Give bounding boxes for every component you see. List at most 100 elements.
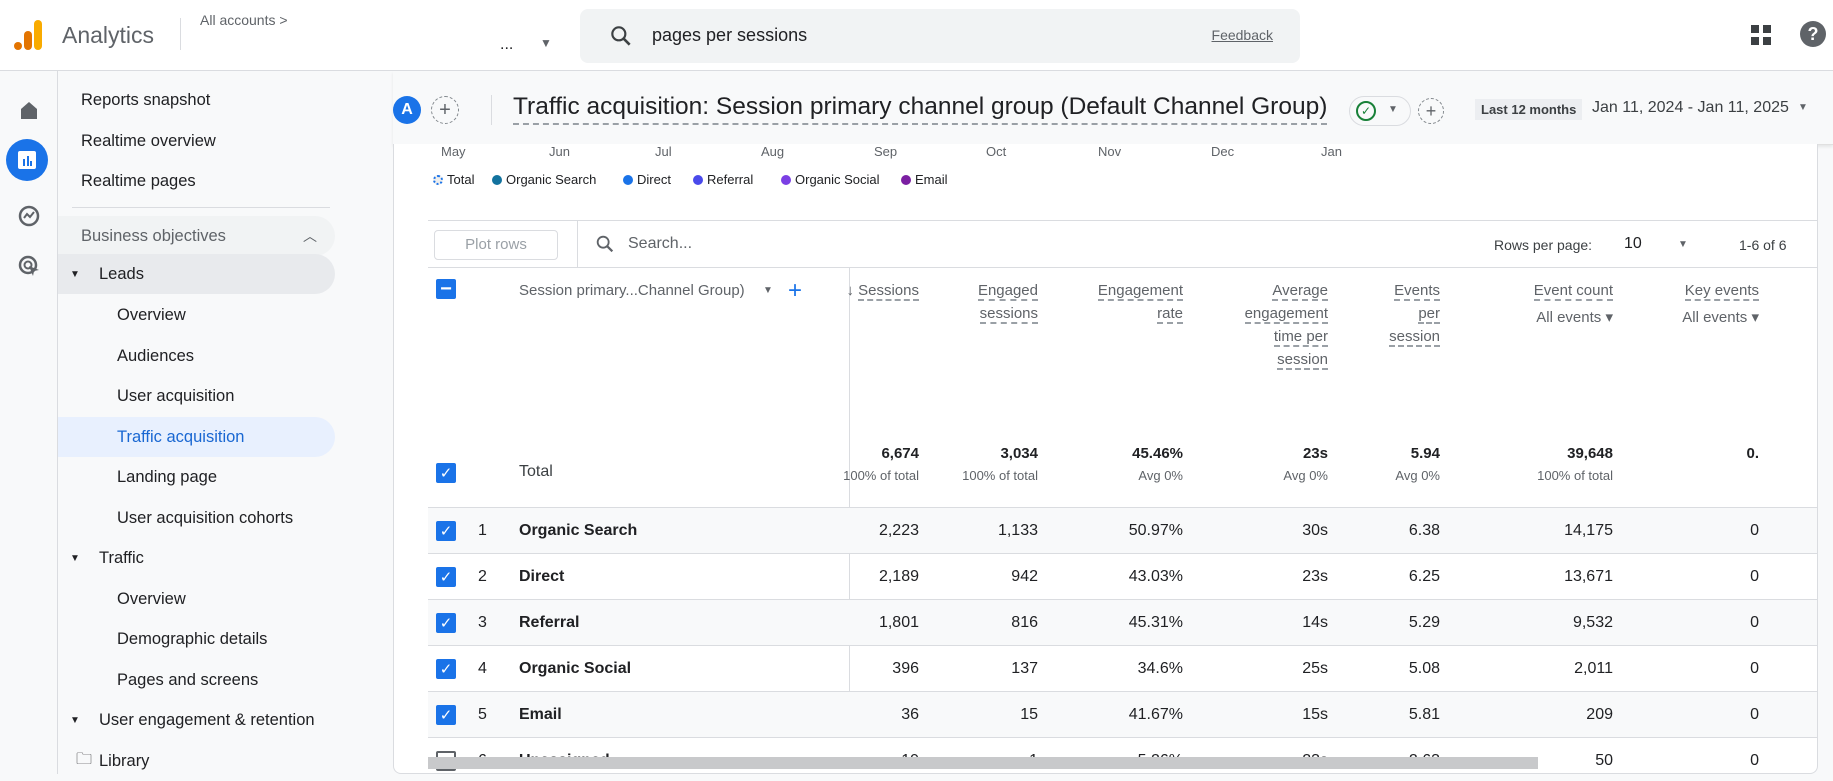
- column-header[interactable]: Engagement rate: [1097, 279, 1183, 325]
- legend-label: Referral: [707, 172, 754, 187]
- row-checkbox[interactable]: ✓: [436, 705, 456, 725]
- event-filter-dropdown[interactable]: All events ▾: [1534, 306, 1613, 329]
- page-title[interactable]: Traffic acquisition: Session primary cha…: [513, 93, 1328, 125]
- legend-item[interactable]: Referral: [693, 172, 753, 187]
- column-header-text: Key events: [1684, 282, 1759, 301]
- report-status-dropdown[interactable]: ✓ ▼: [1349, 96, 1411, 126]
- account-breadcrumb[interactable]: All accounts >: [200, 12, 288, 28]
- nav-user-acquisition-cohorts[interactable]: User acquisition cohorts: [58, 498, 335, 538]
- nav-user-engagement-retention[interactable]: ▼ User engagement & retention: [58, 700, 335, 740]
- home-icon[interactable]: [12, 93, 46, 127]
- caret-down-icon[interactable]: ▼: [763, 285, 773, 296]
- legend-item[interactable]: Total: [433, 172, 474, 187]
- caret-down-icon[interactable]: ▼: [1798, 102, 1808, 113]
- caret-down-icon[interactable]: ▼: [540, 36, 552, 50]
- help-icon[interactable]: ?: [1800, 21, 1826, 47]
- legend-item[interactable]: Organic Social: [781, 172, 880, 187]
- plot-rows-button[interactable]: Plot rows: [434, 230, 558, 260]
- channel-name[interactable]: Organic Search: [519, 508, 637, 554]
- legend-item[interactable]: Organic Search: [492, 172, 596, 187]
- legend-item[interactable]: Email: [901, 172, 948, 187]
- nav-label: User acquisition cohorts: [117, 508, 294, 527]
- row-number: 4: [478, 660, 487, 677]
- column-header-text: Sessions: [858, 282, 919, 301]
- nav-library[interactable]: 🗀 Library: [58, 741, 335, 781]
- column-header[interactable]: Event count All events ▾: [1533, 279, 1613, 329]
- nav-label: Realtime pages: [81, 171, 196, 190]
- table-row[interactable]: ✓ 5 Email 36 15 41.67% 15s 5.81 209 0: [428, 691, 1817, 738]
- table-row[interactable]: ✓ 3 Referral 1,801 816 45.31% 14s 5.29 9,532 0: [428, 599, 1817, 646]
- row-checkbox[interactable]: ✓: [436, 521, 456, 541]
- nav-label: Overview: [117, 305, 186, 324]
- select-all-checkbox[interactable]: −: [436, 278, 456, 300]
- row-checkbox[interactable]: ✓: [436, 659, 456, 679]
- nav-leads-overview[interactable]: Overview: [58, 295, 335, 335]
- nav-label: Demographic details: [117, 629, 268, 648]
- caret-down-icon: ▼: [1388, 104, 1398, 115]
- explore-icon[interactable]: [12, 199, 46, 233]
- channel-name[interactable]: Email: [519, 692, 562, 738]
- row-checkbox[interactable]: ✓: [436, 463, 456, 483]
- property-selector[interactable]: ...: [500, 36, 513, 54]
- column-header[interactable]: Engaged sessions: [977, 279, 1038, 325]
- row-checkbox[interactable]: ✓: [436, 613, 456, 633]
- legend-swatch: [693, 174, 703, 185]
- caret-down-icon[interactable]: ▼: [1678, 239, 1688, 250]
- row-checkbox[interactable]: ✓: [436, 567, 456, 587]
- advertising-icon[interactable]: [12, 249, 46, 283]
- nav-realtime-pages[interactable]: Realtime pages: [58, 161, 335, 201]
- apps-grid-icon[interactable]: [1750, 24, 1772, 46]
- metric-cell: 9,532: [1572, 614, 1613, 631]
- total-row: ✓ Total 6,674 100% of total 3,034 100% of tot…: [428, 445, 1817, 501]
- add-button[interactable]: +: [1418, 98, 1444, 124]
- nav-audiences[interactable]: Audiences: [58, 336, 335, 376]
- month-tick-label: Aug: [761, 144, 785, 159]
- dimension-header[interactable]: Session primary...Channel Group): [519, 282, 745, 299]
- total-sub: 100% of total: [843, 468, 919, 483]
- event-filter-dropdown[interactable]: All events ▾: [1682, 306, 1759, 329]
- analytics-logo[interactable]: [12, 18, 44, 52]
- channel-name[interactable]: Direct: [519, 554, 564, 600]
- nav-traffic-overview[interactable]: Overview: [58, 579, 335, 619]
- nav-landing-page[interactable]: Landing page: [58, 457, 335, 497]
- reports-icon[interactable]: [6, 139, 48, 181]
- nav-reports-snapshot[interactable]: Reports snapshot: [58, 80, 335, 120]
- rows-per-page-select[interactable]: 10: [1624, 235, 1642, 253]
- search-bar[interactable]: pages per sessions Feedback: [580, 9, 1300, 63]
- table-search-input[interactable]: Search...: [628, 235, 692, 253]
- add-comparison-button[interactable]: +: [431, 96, 459, 124]
- add-dimension-button[interactable]: +: [788, 277, 802, 305]
- table-row[interactable]: ✓ 2 Direct 2,189 942 43.03% 23s 6.25 13,671 0: [428, 553, 1817, 600]
- nav-pages-and-screens[interactable]: Pages and screens: [58, 660, 335, 700]
- nav-demographic-details[interactable]: Demographic details: [58, 619, 335, 659]
- channel-name[interactable]: Organic Social: [519, 646, 631, 692]
- nav-business-objectives[interactable]: Business objectives ︿: [58, 216, 335, 256]
- legend-item[interactable]: Direct: [623, 172, 671, 187]
- column-header[interactable]: Events per session: [1389, 279, 1440, 348]
- column-header[interactable]: Average engagement time per session: [1244, 279, 1328, 371]
- nav-leads[interactable]: ▼ Leads: [58, 254, 335, 294]
- metric-cell: 13,671: [1564, 568, 1613, 585]
- metric-cell: 1,801: [878, 614, 919, 631]
- report-navigation: Reports snapshot Realtime overview Realt…: [58, 71, 410, 774]
- column-header[interactable]: ↓ Sessions: [846, 279, 919, 302]
- search-input[interactable]: pages per sessions: [652, 25, 807, 46]
- nav-traffic-acquisition[interactable]: Traffic acquisition: [58, 417, 335, 457]
- column-header[interactable]: Key events All events ▾: [1682, 279, 1759, 329]
- divider: [72, 207, 330, 208]
- channel-name[interactable]: Referral: [519, 600, 579, 646]
- comparison-avatar[interactable]: A: [393, 96, 421, 124]
- date-preset-chip[interactable]: Last 12 months: [1475, 99, 1583, 120]
- nav-realtime-overview[interactable]: Realtime overview: [58, 121, 335, 161]
- feedback-link[interactable]: Feedback: [1212, 27, 1273, 43]
- nav-traffic[interactable]: ▼ Traffic: [58, 538, 335, 578]
- nav-user-acquisition[interactable]: User acquisition: [58, 376, 335, 416]
- total-value: 45.46%: [1132, 445, 1183, 462]
- total-cell: 5.94 Avg 0%: [1395, 445, 1440, 483]
- horizontal-scrollbar[interactable]: [428, 757, 1538, 769]
- table-row[interactable]: ✓ 4 Organic Social 396 137 34.6% 25s 5.08 2,011 0: [428, 645, 1817, 692]
- month-tick-label: Jan: [1321, 144, 1342, 159]
- metric-cell: 5.08: [1408, 660, 1440, 677]
- table-row[interactable]: ✓ 1 Organic Search 2,223 1,133 50.97% 30s 6.38 1…: [428, 507, 1817, 554]
- date-range-picker[interactable]: Jan 11, 2024 - Jan 11, 2025: [1592, 99, 1789, 117]
